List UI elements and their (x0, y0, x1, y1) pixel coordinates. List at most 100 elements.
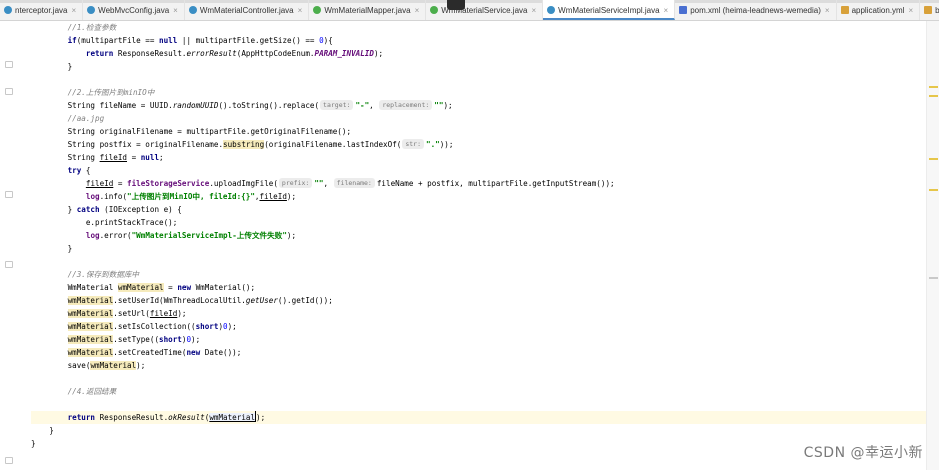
close-tab-icon[interactable]: × (664, 6, 669, 15)
code-token: "WmMaterialServiceImpl-上传文件失败" (131, 231, 287, 240)
code-line[interactable]: save(wmMaterial); (31, 359, 926, 372)
code-token: wmMaterial (90, 361, 137, 370)
code-line[interactable]: return ResponseResult.errorResult(AppHtt… (31, 47, 926, 60)
code-line[interactable] (31, 255, 926, 268)
code-token: substring (223, 140, 265, 149)
code-line[interactable]: } (31, 437, 926, 450)
editor-tab[interactable]: WmMaterialService.java × (426, 0, 544, 20)
code-token: ); (286, 192, 297, 201)
code-line[interactable]: //aa.jpg (31, 112, 926, 125)
editor-tab[interactable]: nterceptor.java × (0, 0, 84, 20)
close-tab-icon[interactable]: × (71, 6, 76, 15)
code-line[interactable]: WmMaterial wmMaterial = new WmMaterial()… (31, 281, 926, 294)
code-line[interactable]: } (31, 424, 926, 437)
code-line[interactable]: wmMaterial.setUrl(fileId); (31, 307, 926, 320)
code-token: .uploadImgFile( (209, 179, 278, 188)
code-editor[interactable]: //1.检查参数 if(multipartFile == null || mul… (31, 21, 926, 470)
code-token: WmMaterial (31, 283, 118, 292)
code-content[interactable]: //1.检查参数 if(multipartFile == null || mul… (31, 21, 926, 450)
code-token: , (323, 179, 333, 188)
close-tab-icon[interactable]: × (531, 6, 536, 15)
editor-tab[interactable]: WmMaterialController.java × (185, 0, 310, 20)
code-line[interactable]: String fileId = null; (31, 151, 926, 164)
close-tab-icon[interactable]: × (909, 6, 914, 15)
warning-marker[interactable] (929, 157, 938, 160)
close-tab-icon[interactable]: × (415, 6, 420, 15)
code-token: String fileName = UUID. (31, 101, 173, 110)
code-line[interactable]: wmMaterial.setIsCollection((short)0); (31, 320, 926, 333)
code-line[interactable]: String fileName = UUID.randomUUID().toSt… (31, 99, 926, 112)
editor-tab[interactable]: WmMaterialMapper.java × (309, 0, 427, 20)
code-line[interactable]: wmMaterial.setUserId(WmThreadLocalUtil.g… (31, 294, 926, 307)
code-token: getUser (245, 296, 278, 305)
code-line[interactable]: fileId = fileStorageService.uploadImgFil… (31, 177, 926, 190)
code-token: wmMaterial (209, 413, 256, 422)
code-line[interactable]: //1.检查参数 (31, 21, 926, 34)
code-token: || multipartFile.getSize() == (177, 36, 320, 45)
code-line[interactable]: return ResponseResult.okResult(wmMateria… (31, 411, 926, 424)
code-token: ().getId()); (277, 296, 333, 305)
parameter-hint: filename: (333, 178, 375, 188)
code-token: ; (159, 153, 164, 162)
warning-marker[interactable] (929, 95, 938, 98)
code-token: new (177, 283, 192, 292)
close-tab-icon[interactable]: × (825, 6, 830, 15)
fold-marker-icon[interactable] (5, 457, 13, 464)
editor-tab[interactable]: pom.xml (heima-leadnews-wemedia) × (675, 0, 837, 20)
code-line[interactable] (31, 398, 926, 411)
info-marker[interactable] (929, 276, 938, 279)
code-line[interactable]: log.info("上传图片到MinIO中, fileId:{}",fileId… (31, 190, 926, 203)
code-line[interactable]: wmMaterial.setType((short)0); (31, 333, 926, 346)
editor-tab-label: WebMvcConfig.java (98, 6, 170, 15)
fold-marker-icon[interactable] (5, 191, 13, 198)
code-line[interactable] (31, 73, 926, 86)
screen-recorder-overlay (447, 0, 465, 10)
code-line[interactable]: if(multipartFile == null || multipartFil… (31, 34, 926, 47)
code-token: ); (136, 361, 146, 370)
code-line[interactable]: e.printStackTrace(); (31, 216, 926, 229)
close-tab-icon[interactable]: × (298, 6, 303, 15)
code-token: randomUUID (172, 101, 219, 110)
code-token: (AppHttpCodeEnum. (236, 49, 315, 58)
code-token: //2.上传图片到minIO中 (31, 88, 155, 97)
code-line[interactable]: try { (31, 164, 926, 177)
code-token: wmMaterial (67, 309, 114, 318)
code-token: (multipartFile == (76, 36, 160, 45)
code-line[interactable]: String originalFilename = multipartFile.… (31, 125, 926, 138)
code-line[interactable]: wmMaterial.setCreatedTime(new Date()); (31, 346, 926, 359)
code-token: .setUrl( (113, 309, 150, 318)
code-token: ); (191, 335, 201, 344)
code-line[interactable]: log.error("WmMaterialServiceImpl-上传文件失败"… (31, 229, 926, 242)
code-line[interactable]: } catch (IOException e) { (31, 203, 926, 216)
fold-marker-icon[interactable] (5, 261, 13, 268)
editor-tab[interactable]: bootstrap.yml× (920, 0, 939, 20)
code-token: String originalFilename = multipartFile.… (31, 127, 352, 136)
code-token: fileName + postfix, multipartFile.getInp… (376, 179, 615, 188)
code-line[interactable]: } (31, 60, 926, 73)
code-token: } (31, 205, 77, 214)
code-token: fileId (149, 309, 178, 318)
code-token: (IOException e) { (99, 205, 182, 214)
code-token: } (31, 439, 36, 448)
code-line[interactable]: //2.上传图片到minIO中 (31, 86, 926, 99)
code-token: short (159, 335, 182, 344)
code-token: if (67, 36, 77, 45)
fold-marker-icon[interactable] (5, 88, 13, 95)
code-line[interactable]: //4.返回结果 (31, 385, 926, 398)
code-line[interactable] (31, 372, 926, 385)
editor-tab[interactable]: application.yml × (837, 0, 921, 20)
code-token: "." (426, 140, 440, 149)
editor-tab[interactable]: WmMaterialServiceImpl.java × (543, 0, 676, 20)
code-line[interactable]: } (31, 242, 926, 255)
warning-marker[interactable] (929, 86, 938, 89)
code-line[interactable]: String postfix = originalFilename.substr… (31, 138, 926, 151)
code-token: null (159, 36, 178, 45)
warning-marker[interactable] (929, 189, 938, 192)
close-tab-icon[interactable]: × (173, 6, 178, 15)
editor-tab[interactable]: WebMvcConfig.java × (83, 0, 185, 20)
code-line[interactable]: //3.保存到数据库中 (31, 268, 926, 281)
fold-marker-icon[interactable] (5, 61, 13, 68)
editor-scrollbar[interactable] (926, 21, 939, 470)
